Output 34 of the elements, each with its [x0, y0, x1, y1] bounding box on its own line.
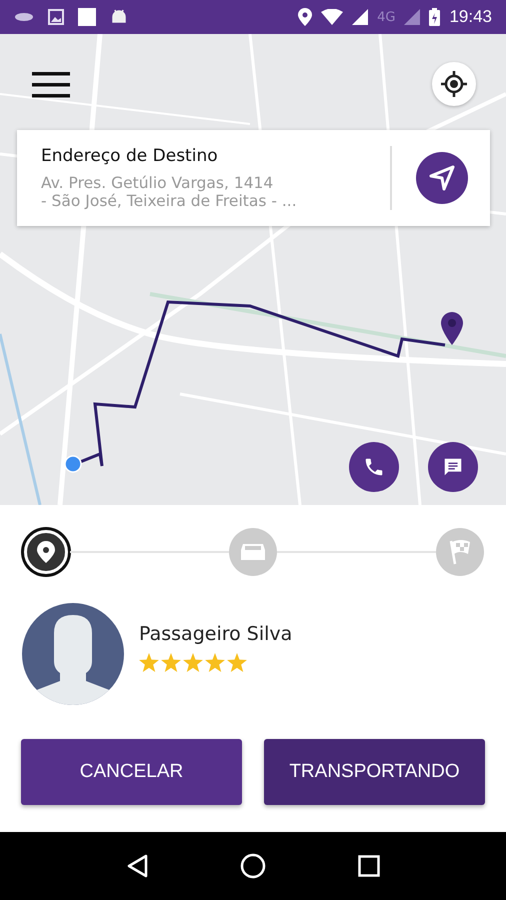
android-icon [110, 8, 128, 26]
wifi-icon [321, 9, 344, 25]
passenger-name: Passageiro Silva [139, 622, 292, 644]
star-icon [183, 652, 203, 672]
status-button[interactable]: TRANSPORTANDO [264, 739, 485, 805]
clock: 19:43 [449, 7, 492, 27]
menu-button[interactable] [30, 70, 72, 100]
destination-pin-icon [441, 312, 463, 345]
chat-icon [442, 456, 464, 478]
home-icon[interactable] [240, 853, 266, 879]
signal-icon [352, 9, 368, 25]
cancel-button[interactable]: CANCELAR [21, 739, 242, 805]
destination-address: Av. Pres. Getúlio Vargas, 1414 [41, 174, 274, 192]
pin-icon [37, 541, 55, 563]
phone-icon [363, 456, 385, 478]
recents-icon[interactable] [358, 855, 380, 877]
destination-address: - São José, Teixeira de Freitas - ... [41, 192, 298, 210]
star-icon [161, 652, 181, 672]
location-icon [298, 8, 312, 26]
navigation-arrow-icon [429, 165, 455, 191]
back-icon[interactable] [126, 854, 148, 878]
navigate-button[interactable] [416, 152, 468, 204]
checkered-flag-icon [448, 539, 472, 565]
destination-label: Endereço de Destino [41, 146, 219, 166]
image-icon [48, 9, 64, 25]
star-icon [205, 652, 225, 672]
network-type: 4G [377, 10, 396, 24]
menu-icon [32, 72, 70, 98]
crosshair-icon [440, 70, 468, 98]
star-icon [139, 652, 159, 672]
signal-icon [404, 9, 420, 25]
star-icon [227, 652, 247, 672]
battery-icon [429, 8, 440, 26]
square-icon [78, 8, 96, 26]
